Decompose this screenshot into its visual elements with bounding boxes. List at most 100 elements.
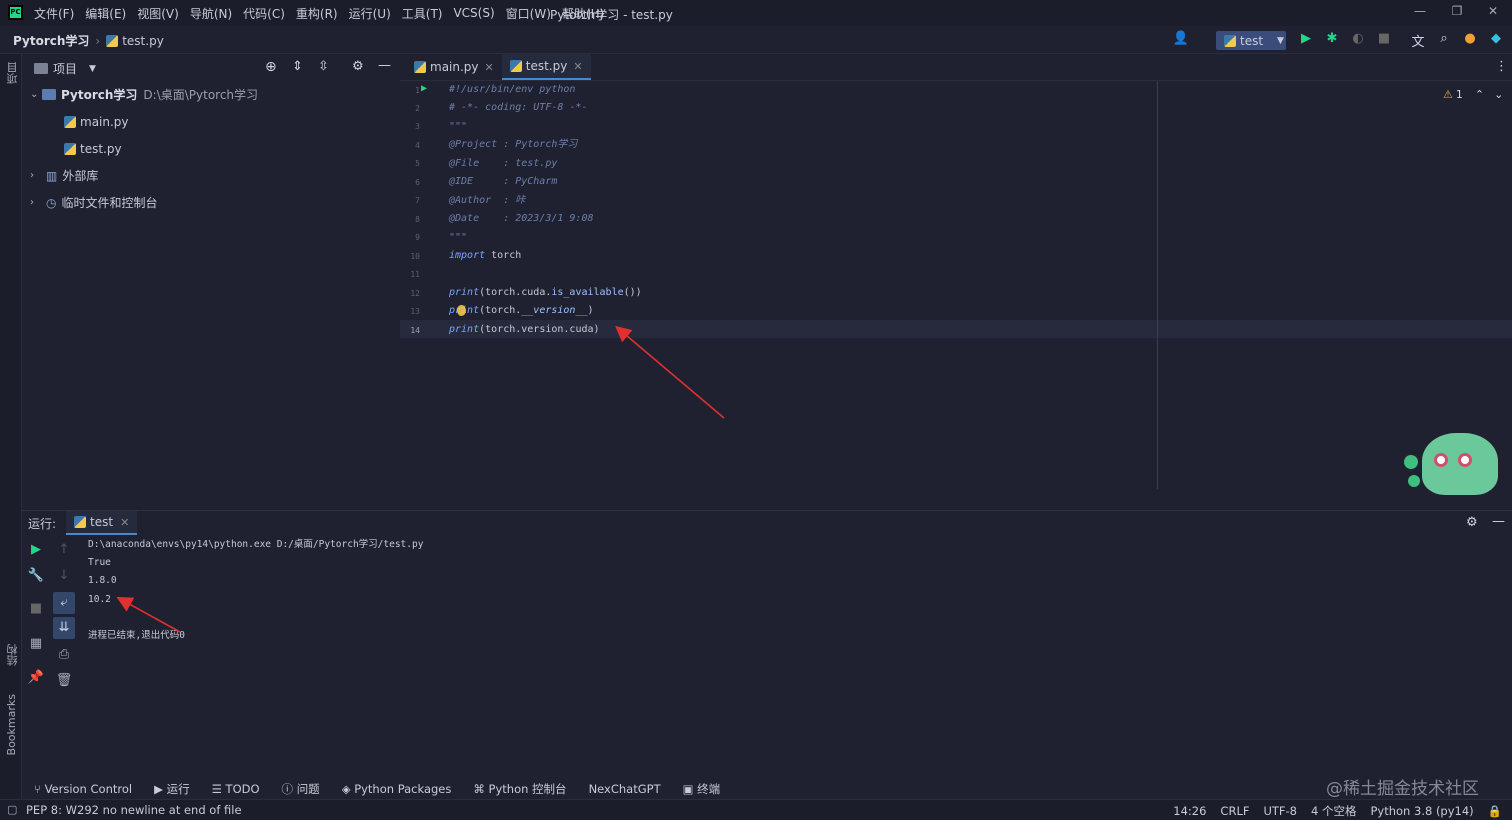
python-file-icon — [1224, 34, 1236, 47]
lock-icon[interactable]: 🔒 — [1488, 804, 1502, 818]
run-toolbar-primary: ▶ 🔧 ■ ▦ 📌 — [22, 537, 50, 697]
pycharm-logo-icon: PC — [8, 5, 23, 20]
status-message[interactable]: PEP 8: W292 no newline at end of file — [26, 803, 242, 817]
more-options-icon[interactable]: ⋮ — [1495, 59, 1508, 74]
menu-vcs[interactable]: VCS(S) — [453, 6, 494, 20]
console-output[interactable]: D:\anaconda\envs\py14\python.exe D:/桌面/P… — [88, 536, 1488, 776]
tool-run[interactable]: ▶ 运行 — [154, 781, 190, 797]
stop-icon[interactable]: ■ — [25, 598, 47, 620]
tab-test-py[interactable]: test.py ✕ — [501, 54, 591, 80]
menu-file[interactable]: 文件(F) — [34, 5, 74, 22]
chevron-down-icon[interactable]: ⌄ — [1494, 88, 1503, 101]
line-number: 7 — [415, 196, 420, 205]
menu-view[interactable]: 视图(V) — [137, 5, 179, 22]
locate-icon[interactable]: ⊕ — [265, 59, 277, 75]
coverage-icon[interactable]: ◐ — [1349, 31, 1367, 49]
tree-item-external-libraries[interactable]: › ▥ 外部库 — [22, 162, 400, 189]
tool-python-console[interactable]: ⌘ Python 控制台 — [473, 781, 566, 797]
minimize-icon[interactable]: — — [1410, 4, 1430, 18]
scratches-icon: ◷ — [46, 195, 57, 210]
layout-icon[interactable]: ▦ — [25, 633, 47, 655]
inspection-count: 1 — [1455, 88, 1463, 101]
trash-icon[interactable]: 🗑 — [53, 670, 75, 692]
hide-panel-icon[interactable]: — — [378, 58, 391, 73]
menu-run[interactable]: 运行(U) — [349, 5, 391, 22]
menu-refactor[interactable]: 重构(R) — [296, 5, 338, 22]
tree-item-scratches[interactable]: › ◷ 临时文件和控制台 — [22, 189, 400, 216]
tool-nexchatgpt[interactable]: NexChatGPT — [589, 782, 661, 796]
indent-setting[interactable]: 4 个空格 — [1311, 803, 1356, 819]
stop-icon[interactable]: ■ — [1375, 31, 1393, 49]
tree-root-name: Pytorch学习 — [61, 88, 138, 102]
structure-tool-button[interactable]: 结构 — [5, 644, 21, 666]
caret-position[interactable]: 14:26 — [1173, 804, 1206, 818]
project-tool-button[interactable]: 项目 — [5, 62, 21, 84]
code-line-6: @IDE : PyCharm — [449, 176, 558, 187]
expand-all-icon[interactable]: ⇕ — [292, 59, 303, 74]
scroll-to-end-icon[interactable]: ⇊ — [53, 617, 75, 639]
run-line-icon[interactable]: ▶ — [421, 83, 427, 94]
breadcrumb-project[interactable]: Pytorch学习 — [13, 32, 89, 49]
run-tab-test[interactable]: test ✕ — [66, 511, 138, 535]
gear-icon[interactable]: ⚙ — [352, 59, 364, 74]
inspection-widget[interactable]: ⚠ 1 ⌃ ⌄ — [1443, 88, 1503, 101]
restore-icon[interactable]: ❐ — [1447, 4, 1467, 18]
debug-icon[interactable]: ✱ — [1323, 31, 1341, 49]
menu-window[interactable]: 窗口(W) — [506, 5, 551, 22]
chevron-down-icon: ▼ — [1277, 35, 1284, 46]
code-editor[interactable]: #!/usr/bin/env python # -*- coding: UTF-… — [449, 81, 1157, 509]
line-separator[interactable]: CRLF — [1220, 804, 1249, 818]
console-line: True — [88, 557, 111, 568]
wrench-icon[interactable]: 🔧 — [25, 565, 47, 587]
console-line: D:\anaconda\envs\py14\python.exe D:/桌面/P… — [88, 539, 424, 550]
code-line-5: @File : test.py — [449, 158, 558, 169]
arrow-down-icon[interactable]: ↓ — [53, 565, 75, 587]
status-toggle-icon[interactable]: ▢ — [7, 803, 17, 816]
run-config-selector[interactable]: test ▼ — [1216, 31, 1286, 50]
print-icon[interactable]: ⎙ — [53, 644, 75, 666]
code-line-8: @Date : 2023/3/1 9:08 — [449, 213, 594, 224]
tree-item-project-root[interactable]: ⌄ Pytorch学习 D:\桌面\Pytorch学习 — [22, 81, 400, 108]
arrow-up-icon[interactable]: ↑ — [53, 539, 75, 561]
bookmarks-tool-button[interactable]: Bookmarks — [5, 694, 18, 755]
code-line-1: #!/usr/bin/env python — [449, 84, 576, 95]
close-tab-icon[interactable]: ✕ — [485, 61, 494, 74]
file-encoding[interactable]: UTF-8 — [1263, 804, 1297, 818]
search-icon[interactable]: ⌕ — [1435, 31, 1453, 49]
close-window-icon[interactable]: ✕ — [1483, 4, 1503, 18]
chevron-up-icon[interactable]: ⌃ — [1475, 88, 1484, 101]
plugin-icon[interactable]: ◆ — [1487, 31, 1505, 49]
rerun-icon[interactable]: ▶ — [25, 539, 47, 561]
line-number: 12 — [410, 289, 420, 298]
tool-problems[interactable]: ⓘ 问题 — [282, 781, 320, 797]
tree-item-main-py[interactable]: main.py — [22, 108, 400, 135]
gear-icon[interactable]: ⚙ — [1466, 515, 1478, 530]
close-tab-icon[interactable]: ✕ — [573, 60, 582, 73]
lightbulb-icon[interactable] — [457, 305, 466, 316]
hide-panel-icon[interactable]: — — [1492, 514, 1505, 529]
tree-item-test-py[interactable]: test.py — [22, 135, 400, 162]
menu-tools[interactable]: 工具(T) — [402, 5, 443, 22]
translate-icon[interactable]: 文 — [1409, 31, 1427, 50]
project-view-selector[interactable]: 项目 ▼ — [34, 60, 96, 77]
tree-label: 临时文件和控制台 — [61, 196, 158, 210]
menu-navigate[interactable]: 导航(N) — [190, 5, 232, 22]
run-icon[interactable]: ▶ — [1297, 31, 1315, 49]
menu-edit[interactable]: 编辑(E) — [85, 5, 126, 22]
user-icon[interactable]: 👤 — [1172, 31, 1190, 49]
tool-terminal[interactable]: ▣ 终端 — [683, 781, 721, 797]
soft-wrap-icon[interactable]: ⤶ — [53, 592, 75, 614]
tool-version-control[interactable]: ⑂ Version Control — [34, 782, 132, 796]
collapse-all-icon[interactable]: ⇳ — [318, 59, 329, 74]
tree-root-path: D:\桌面\Pytorch学习 — [143, 88, 259, 102]
tool-todo[interactable]: ☰ TODO — [212, 782, 260, 796]
close-tab-icon[interactable]: ✕ — [120, 516, 129, 529]
tab-main-py[interactable]: main.py ✕ — [406, 54, 502, 80]
menu-code[interactable]: 代码(C) — [243, 5, 285, 22]
tool-python-packages[interactable]: ◈ Python Packages — [342, 782, 452, 796]
pin-icon[interactable]: 📌 — [25, 667, 47, 689]
update-icon[interactable]: ● — [1461, 31, 1479, 49]
line-number: 10 — [410, 252, 420, 261]
python-interpreter[interactable]: Python 3.8 (py14) — [1370, 804, 1473, 818]
breadcrumb-file[interactable]: test.py — [122, 34, 164, 48]
